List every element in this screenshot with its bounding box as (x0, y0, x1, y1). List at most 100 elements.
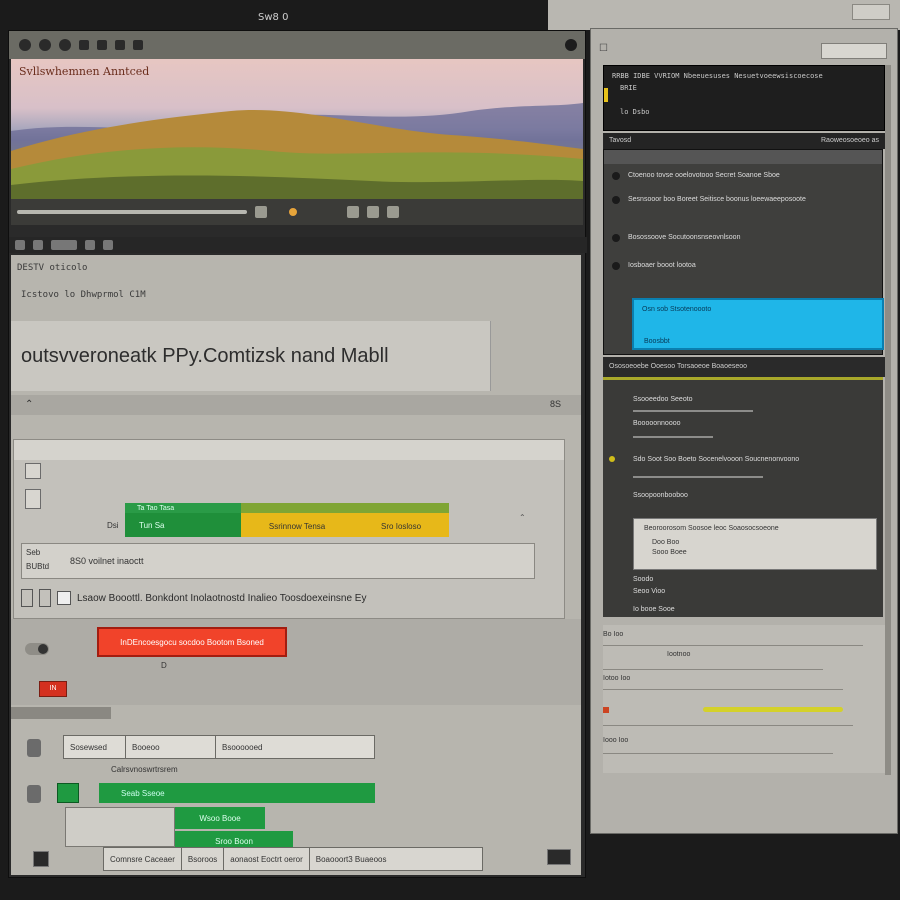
panel2-row[interactable]: Ssoopoonbooboo (633, 492, 688, 499)
info-card[interactable]: Beoroorosom Soosoe leoc Soaosocsoeone Do… (633, 518, 877, 570)
panel2-row[interactable]: Ssooeedoo Seeoto (633, 396, 693, 403)
item-icon (612, 234, 620, 242)
scrollbar[interactable] (885, 65, 891, 775)
log-divider (603, 753, 833, 754)
home-icon[interactable] (79, 40, 89, 50)
table-row[interactable]: Sosewsed Booeoo Bsoooooed (63, 735, 375, 759)
panel2-row[interactable]: Soodo (633, 576, 653, 583)
forward-icon[interactable] (39, 39, 51, 51)
back-icon[interactable] (19, 39, 31, 51)
table-caption: Calrsvnoswrtrsrem (111, 765, 178, 774)
play-button[interactable] (287, 206, 299, 218)
help-icon[interactable] (103, 240, 113, 250)
section-header-right: Raoweosoeoeo as (821, 137, 879, 144)
top-caption: Sw8 0 (258, 12, 289, 23)
dark-panel: Ctoenoo tovse ooelovotooo Secret Soanoe … (603, 149, 884, 355)
speaker-icon[interactable] (39, 589, 51, 607)
selected-item[interactable]: Osn sob Stsotenoooto Boosbbt (632, 298, 884, 350)
bottom-tab[interactable]: Bsoroos (182, 848, 225, 870)
window-action-button[interactable] (821, 43, 887, 59)
green-bar[interactable]: Seab Sseoe (99, 783, 375, 803)
highlight-bar (703, 707, 843, 712)
section-header-2[interactable]: Ososoeoebe Ooesoo Torsaoeoe Boaoeseoo (603, 357, 885, 377)
panel2-row[interactable]: Booooonnoooo (633, 420, 681, 427)
red-chip[interactable]: IN (39, 681, 67, 697)
green-square-button[interactable] (57, 783, 79, 803)
menu-icon[interactable] (15, 240, 25, 250)
list-item[interactable]: BRIE (620, 84, 637, 92)
colorbar-yellow-segment[interactable]: Ssrinnow Tensa Sro Iosloso (241, 503, 449, 537)
field-value: 8S0 voilnet inaoctt (70, 556, 144, 566)
chevron-up-icon[interactable]: ⌃ (519, 513, 526, 522)
bottom-tab[interactable]: Boaooort3 Buaeoos (310, 848, 393, 870)
field-row[interactable]: Seb BUBtd 8S0 voilnet inaoctt (21, 543, 535, 579)
checkbox-label: Lsaow Booottl. Bonkdont Inolaotnostd Ina… (77, 592, 367, 604)
edit-icon[interactable] (51, 240, 77, 250)
panel2-row[interactable]: Seoo Vioo (633, 588, 665, 595)
alert-area: InDEncoesgocu socdoo Bootom Bsoned D IN (11, 619, 581, 705)
document-icon[interactable] (25, 463, 41, 479)
bookmark-icon[interactable] (97, 40, 107, 50)
user-icon[interactable] (27, 785, 41, 803)
alert-subtext: D (161, 661, 167, 670)
banner-title: outsvveroneatk PPy.Comtizsk nand Mabll (21, 344, 389, 367)
volume-icon[interactable] (367, 206, 379, 218)
tools-icon[interactable] (115, 40, 125, 50)
caption-icon[interactable] (347, 206, 359, 218)
refresh-icon[interactable] (59, 39, 71, 51)
colorbar-label-1: Ssrinnow Tensa (268, 522, 326, 531)
colorbar-top-label: Ta Tao Tasa (137, 505, 175, 512)
collapse-icon[interactable]: ⌃ (25, 399, 33, 410)
panel-row[interactable]: Ctoenoo tovse ooelovotooo Secret Soanoe … (628, 172, 780, 179)
log-row: Iotoo Ioo (603, 675, 631, 682)
secondary-toolbar (9, 237, 587, 253)
corner-button[interactable] (852, 4, 890, 20)
log-row: Iootnoo (667, 651, 691, 658)
panel2-row[interactable]: Io booe Sooe (633, 606, 675, 613)
lock-icon[interactable] (27, 739, 41, 757)
bottom-bar: Comnsre Caceaer Bsoroos aonaost Eoctrt o… (103, 847, 483, 871)
dark-list: RRBB IDBE VVRIOM Nbeeuesuses Nesuetvoeew… (603, 65, 885, 131)
section-header[interactable]: ⌃ 8S (11, 395, 581, 415)
panel-row[interactable]: Sesnsooor boo Boreet Seitisce boonus loe… (628, 196, 806, 203)
panel-row[interactable]: Bosossoove Socutoonsnseovnlsoon (628, 234, 740, 241)
prev-icon[interactable] (255, 206, 267, 218)
window-icon[interactable]: ☐ (599, 43, 608, 54)
settings-icon[interactable] (133, 40, 143, 50)
close-icon[interactable] (565, 39, 577, 51)
progress-line (633, 476, 763, 478)
bottom-tab[interactable]: aonaost Eoctrt oeror (224, 848, 310, 870)
right-window-backdrop (548, 0, 900, 30)
sidebar-toggle-icon[interactable] (33, 851, 49, 867)
seek-track[interactable] (17, 210, 247, 214)
alert-button[interactable]: InDEncoesgocu socdoo Bootom Bsoned (97, 627, 287, 657)
colorbar-green-label: Tun Sa (139, 521, 165, 530)
panel-row[interactable]: Iosboaer booot lootoa (628, 262, 696, 269)
log-divider (603, 645, 863, 646)
toggle-switch[interactable] (25, 643, 49, 655)
folder-icon[interactable] (25, 489, 41, 509)
fullscreen-icon[interactable] (387, 206, 399, 218)
info-card-line: Sooo Boee (652, 549, 687, 556)
log-divider (603, 669, 823, 670)
progress-line (633, 410, 753, 412)
expand-icon[interactable] (547, 849, 571, 865)
agree-checkbox[interactable] (57, 591, 71, 605)
view-icon[interactable] (85, 240, 95, 250)
section-header[interactable]: Tavosd Raoweosoeoeo as (603, 133, 885, 149)
log-divider (603, 689, 843, 690)
checkbox-row: Lsaow Booottl. Bonkdont Inolaotnostd Ina… (21, 589, 366, 607)
file-icon[interactable] (33, 240, 43, 250)
phone-icon[interactable] (21, 589, 33, 607)
form-box-header (14, 440, 564, 460)
title-bar (9, 31, 585, 59)
bottom-tab[interactable]: Comnsre Caceaer (104, 848, 182, 870)
landscape-image: Svllswhemnen Anntced (11, 59, 583, 199)
green-tile-1[interactable]: Wsoo Booe (175, 807, 265, 829)
field-label-a: Seb (26, 548, 41, 557)
panel2-row[interactable]: Sdo Soot Soo Boeto Socenelvooon Soucneno… (633, 456, 799, 463)
list-item[interactable]: RRBB IDBE VVRIOM Nbeeuesuses Nesuetvoeew… (612, 72, 823, 80)
gray-tile[interactable] (65, 807, 175, 847)
list-item[interactable]: lo Dsbo (620, 108, 650, 116)
dark-panel-header (604, 150, 882, 164)
